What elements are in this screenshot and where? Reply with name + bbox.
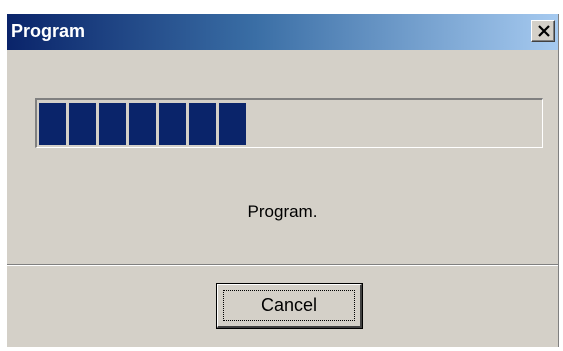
cancel-button[interactable]: Cancel — [217, 284, 362, 328]
close-x-icon — [538, 25, 550, 37]
progress-block — [219, 103, 246, 145]
progress-block — [39, 103, 66, 145]
status-text: Program. — [247, 202, 318, 221]
window-title: Program — [11, 21, 86, 41]
title-bar[interactable]: Program — [7, 14, 558, 50]
progress-block — [159, 103, 186, 145]
progress-block — [69, 103, 96, 145]
close-button[interactable] — [531, 20, 555, 42]
progress-bar — [35, 98, 543, 148]
progress-dialog: Program Program. Cancel — [7, 14, 559, 347]
progress-block — [129, 103, 156, 145]
cancel-button-label: Cancel — [223, 290, 355, 321]
progress-block — [99, 103, 126, 145]
progress-block — [189, 103, 216, 145]
divider — [7, 264, 558, 266]
